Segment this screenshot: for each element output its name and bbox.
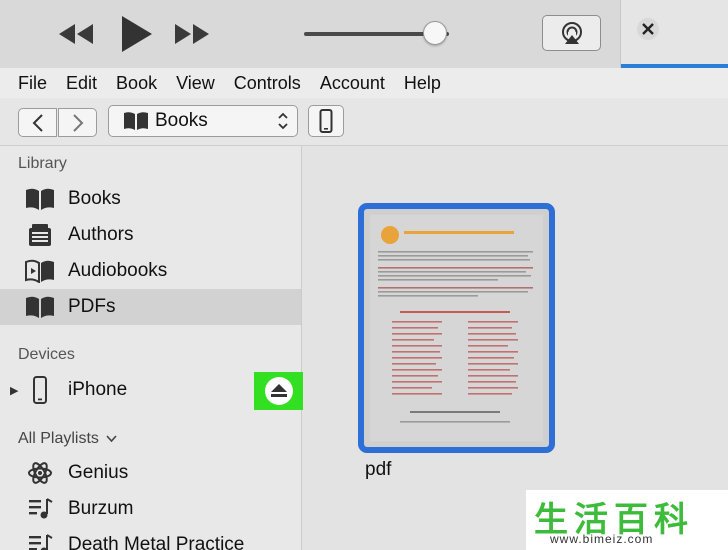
playlist-icon <box>24 495 56 523</box>
play-button[interactable] <box>116 12 156 56</box>
menu-bar: File Edit Book View Controls Account Hel… <box>0 68 728 98</box>
iphone-icon <box>24 376 56 404</box>
toolbar: Books <box>0 98 728 146</box>
sidebar-item-label: PDFs <box>68 296 116 317</box>
genius-icon <box>24 459 56 487</box>
pdf-item-caption: pdf <box>365 459 392 480</box>
sidebar-item-authors[interactable]: Authors <box>0 217 301 253</box>
chevron-right-icon <box>72 113 83 132</box>
status-panel <box>620 0 728 68</box>
book-icon <box>124 112 148 130</box>
airplay-icon <box>561 22 582 44</box>
sidebar-item-label: Books <box>68 188 121 209</box>
playlists-heading-label: All Playlists <box>18 430 99 447</box>
rewind-button[interactable] <box>56 18 96 50</box>
sidebar-item-books[interactable]: Books <box>0 181 301 217</box>
chevron-left-icon <box>32 113 43 132</box>
watermark-url: www.bimeiz.com <box>550 532 654 546</box>
iphone-icon <box>319 109 333 133</box>
menu-book[interactable]: Book <box>116 73 157 94</box>
eject-icon <box>271 384 287 397</box>
eject-button[interactable] <box>265 377 293 405</box>
watermark: 生活百科 www.bimeiz.com <box>526 490 728 550</box>
sidebar-item-audiobooks[interactable]: Audiobooks <box>0 253 301 289</box>
menu-help[interactable]: Help <box>404 73 441 94</box>
menu-controls[interactable]: Controls <box>234 73 301 94</box>
sidebar-item-label: Burzum <box>68 498 134 519</box>
chevron-down-icon <box>106 435 117 443</box>
author-icon <box>24 221 56 249</box>
pdf-page-preview <box>370 215 543 441</box>
media-type-label: Books <box>155 110 208 131</box>
player-bar <box>0 0 728 68</box>
audiobook-icon <box>24 257 56 285</box>
volume-knob[interactable] <box>422 21 447 45</box>
rewind-icon <box>59 24 93 44</box>
menu-account[interactable]: Account <box>320 73 385 94</box>
fast-forward-button[interactable] <box>172 18 212 50</box>
disclosure-triangle-icon[interactable]: ▶ <box>10 384 24 397</box>
playlists-heading[interactable]: All Playlists <box>18 430 117 448</box>
sidebar-item-label: Audiobooks <box>68 260 168 281</box>
back-button[interactable] <box>18 108 57 137</box>
menu-view[interactable]: View <box>176 73 215 94</box>
pdf-preview-graphic <box>378 226 533 423</box>
sidebar: Library Books Authors Audiobooks PDFs De… <box>0 146 304 550</box>
playlist-icon <box>24 531 56 550</box>
close-icon <box>642 23 654 35</box>
sidebar-playlist-burzum[interactable]: Burzum <box>0 491 301 527</box>
sidebar-item-label: Authors <box>68 224 134 245</box>
sidebar-item-pdfs[interactable]: PDFs <box>0 289 301 325</box>
device-button[interactable] <box>308 105 344 137</box>
pdf-item-thumbnail[interactable] <box>358 203 555 453</box>
sidebar-playlist-death-metal-practice[interactable]: Death Metal Practice <box>0 527 301 550</box>
menu-file[interactable]: File <box>18 73 47 94</box>
sidebar-item-label: iPhone <box>68 379 128 400</box>
fast-forward-icon <box>175 24 209 44</box>
library-heading: Library <box>18 155 67 172</box>
book-icon <box>24 185 56 213</box>
pdf-icon <box>24 293 56 321</box>
sidebar-item-label: Death Metal Practice <box>68 534 245 550</box>
eject-button-highlight[interactable] <box>254 372 304 410</box>
forward-button[interactable] <box>58 108 97 137</box>
chevron-updown-icon <box>278 112 288 130</box>
menu-edit[interactable]: Edit <box>66 73 97 94</box>
sidebar-playlist-genius[interactable]: Genius <box>0 455 301 491</box>
media-type-select[interactable]: Books <box>108 105 298 137</box>
sidebar-item-label: Genius <box>68 462 129 483</box>
play-icon <box>122 16 152 52</box>
close-button[interactable] <box>637 18 659 40</box>
airplay-button[interactable] <box>542 15 601 51</box>
devices-heading: Devices <box>18 346 75 363</box>
